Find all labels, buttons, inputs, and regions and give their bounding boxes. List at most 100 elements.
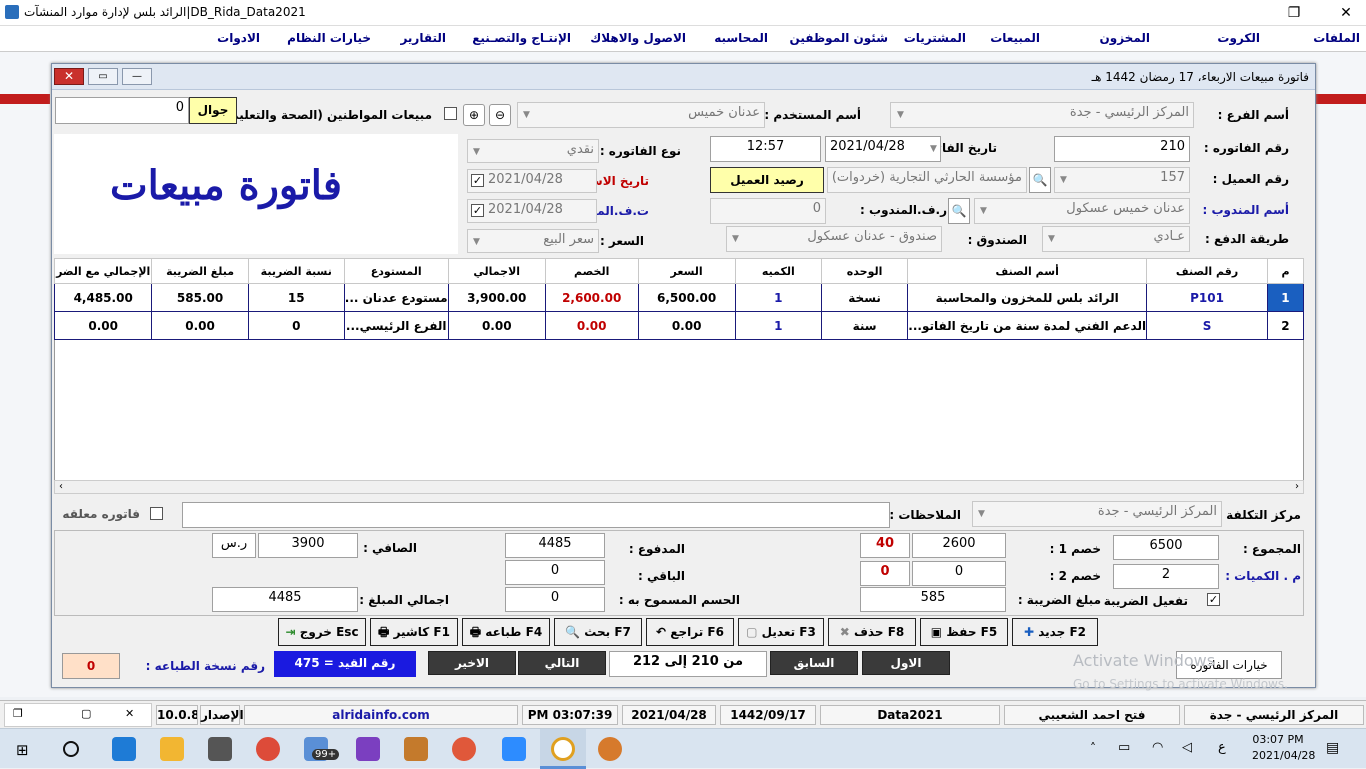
net-input[interactable]: 3900 — [258, 533, 358, 558]
column-header[interactable]: الوحده — [820, 258, 909, 284]
notification-icon[interactable]: ▤ — [1326, 740, 1339, 756]
last-button[interactable]: الاخير — [428, 651, 516, 675]
cell-total[interactable]: 3,900.00 — [447, 283, 546, 312]
discount1-pct-input[interactable]: 40 — [860, 533, 910, 558]
input-language[interactable]: ع — [1218, 740, 1226, 755]
visual-studio-icon[interactable] — [356, 737, 380, 761]
menu-inventory[interactable]: المخزون — [1100, 31, 1150, 45]
cell-qty[interactable]: 1 — [734, 283, 822, 312]
mobile-input[interactable]: 0 — [55, 97, 189, 124]
zoom-icon[interactable] — [502, 737, 526, 761]
column-header[interactable]: المستودع — [343, 258, 449, 284]
cell-tax-amount[interactable]: 0.00 — [151, 311, 249, 340]
volume-icon[interactable]: ◁ — [1182, 740, 1192, 755]
row-number[interactable]: 2 — [1266, 311, 1305, 340]
cost-center-select[interactable]: المركز الرئيسي - جدة — [972, 501, 1222, 527]
invoice-date-input[interactable]: 2021/04/28 — [825, 136, 941, 162]
rep-search-icon[interactable]: 🔍 — [948, 198, 970, 224]
menu-cards[interactable]: الكروت — [1217, 31, 1260, 45]
user-select[interactable]: عدنان خميس — [517, 102, 765, 128]
menu-files[interactable]: الملفات — [1313, 31, 1360, 45]
menu-sales[interactable]: المبيعات — [990, 31, 1040, 45]
customer-search-icon[interactable]: 🔍 — [1029, 167, 1051, 193]
menu-system-options[interactable]: خيارات النظام — [287, 31, 371, 45]
due-date-input[interactable]: 2021/04/28 — [467, 169, 597, 193]
discount2-pct-input[interactable]: 0 — [860, 561, 910, 586]
remain-input[interactable]: 0 — [505, 560, 605, 585]
column-header[interactable]: م — [1266, 258, 1305, 284]
chrome-icon[interactable] — [256, 737, 280, 761]
cell-price[interactable]: 6,500.00 — [637, 283, 736, 312]
due-date-checkbox[interactable]: ✓ — [471, 174, 484, 187]
column-header[interactable]: الاجمالي — [447, 258, 546, 284]
rep-date-input[interactable]: 2021/04/28 — [467, 199, 597, 223]
menu-accounting[interactable]: المحاسبه — [714, 31, 768, 45]
app-icon[interactable] — [452, 737, 476, 761]
search-button[interactable]: F7 بحث 🔍 — [554, 618, 642, 646]
discount2-input[interactable]: 0 — [912, 561, 1006, 586]
table-row[interactable]: 1 P101 الرائد بلس للمخزون والمحاسبة نسخة… — [53, 283, 1305, 312]
scroll-right-icon[interactable]: › — [1295, 481, 1299, 492]
citizen-sales-checkbox[interactable] — [444, 107, 457, 120]
qty-total-input[interactable]: 2 — [1113, 564, 1219, 589]
print-button[interactable]: F4 طباعه 🖶 — [462, 618, 550, 646]
tools-icon[interactable] — [404, 737, 428, 761]
cell-tax-rate[interactable]: 15 — [247, 283, 345, 312]
paint-icon[interactable] — [598, 737, 622, 761]
close-icon[interactable]: ✕ — [1334, 3, 1358, 23]
cell-discount[interactable]: 0.00 — [544, 311, 639, 340]
column-header[interactable]: السعر — [637, 258, 736, 284]
menu-production[interactable]: الإنتـاج والتصـنيع — [472, 31, 571, 45]
discount1-input[interactable]: 2600 — [912, 533, 1006, 558]
cell-unit[interactable]: سنة — [820, 311, 909, 340]
new-button[interactable]: F2 جديد ✚ — [1012, 618, 1098, 646]
next-button[interactable]: التالي — [518, 651, 606, 675]
zoom-out-icon[interactable]: ⊖ — [489, 104, 511, 126]
row-number[interactable]: 1 — [1266, 283, 1305, 312]
cell-unit[interactable]: نسخة — [820, 283, 909, 312]
cell-tax-rate[interactable]: 0 — [247, 311, 345, 340]
invoice-no-input[interactable]: 210 — [1054, 136, 1190, 162]
cell-total-with-tax[interactable]: 0.00 — [53, 311, 153, 340]
cell-total[interactable]: 0.00 — [447, 311, 546, 340]
column-header[interactable]: الكميه — [734, 258, 822, 284]
customer-no-input[interactable]: 157 — [1054, 167, 1190, 193]
column-header[interactable]: نسبة الضريبة — [247, 258, 345, 284]
store-icon[interactable] — [208, 737, 232, 761]
cell-total-with-tax[interactable]: 4,485.00 — [53, 283, 153, 312]
cell-tax-amount[interactable]: 585.00 — [151, 283, 249, 312]
restore-icon[interactable]: ❐ — [1282, 3, 1306, 23]
payment-select[interactable]: عـادي — [1042, 226, 1190, 252]
active-app-tab[interactable] — [540, 729, 586, 769]
customer-name-input[interactable]: مؤسسة الحارثي التجارية (خردوات) — [827, 167, 1027, 193]
restore-icon[interactable]: ❐ — [13, 707, 23, 720]
price-select[interactable]: سعر البيع — [467, 229, 599, 253]
cell-warehouse[interactable]: مستودع عدنان ... — [343, 283, 449, 312]
grand-total-input[interactable]: 4485 — [212, 587, 358, 612]
clock[interactable]: 03:07 PM 2021/04/28 — [1252, 732, 1315, 764]
rep-no-input[interactable]: 0 — [710, 198, 826, 224]
file-explorer-icon[interactable] — [160, 737, 184, 761]
menu-assets[interactable]: الاصول والاهلاك — [590, 31, 686, 45]
search-icon[interactable] — [63, 741, 79, 757]
save-button[interactable]: F5 حفظ ▣ — [920, 618, 1008, 646]
undo-button[interactable]: F6 تراجع ↶ — [646, 618, 734, 646]
status-website[interactable]: alridainfo.com — [244, 705, 518, 725]
cashbox-select[interactable]: صندوق - عدنان عسكول — [726, 226, 942, 252]
column-header[interactable]: مبلغ الضريبة — [151, 258, 249, 284]
time-input[interactable]: 12:57 — [710, 136, 821, 162]
close-icon[interactable]: ✕ — [125, 707, 134, 720]
column-header[interactable]: الإجمالي مع الضر — [53, 258, 153, 284]
cell-item-name[interactable]: الدعم الفني لمدة سنة من تاريخ الفاتو... — [907, 311, 1148, 340]
cell-item-name[interactable]: الرائد بلس للمخزون والمحاسبة — [907, 283, 1148, 312]
window-close-button[interactable]: ✕ — [54, 68, 84, 85]
branch-select[interactable]: المركز الرئيسي - جدة — [890, 102, 1194, 128]
cell-price[interactable]: 0.00 — [637, 311, 736, 340]
total-input[interactable]: 6500 — [1113, 535, 1219, 560]
zoom-in-icon[interactable]: ⊕ — [463, 104, 485, 126]
suspended-checkbox[interactable] — [150, 507, 163, 520]
window-restore-button[interactable]: ▭ — [88, 68, 118, 85]
rep-date-checkbox[interactable]: ✓ — [471, 204, 484, 217]
cell-item-code[interactable]: S — [1146, 311, 1268, 340]
rida-app-icon[interactable] — [551, 737, 575, 761]
